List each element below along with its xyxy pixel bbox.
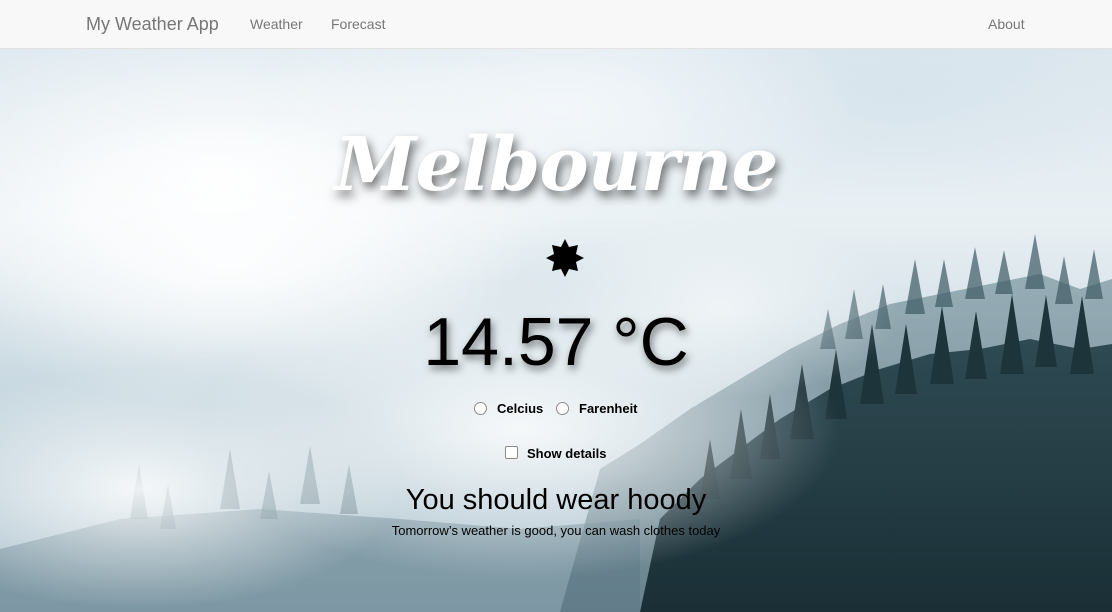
nav-weather-link[interactable]: Weather [250, 16, 303, 33]
show-details-label: Show details [527, 446, 607, 461]
top-navbar: My Weather App Weather Forecast About [0, 0, 1112, 49]
city-name: Melbourne [334, 122, 779, 208]
tomorrow-note: Tomorrow’s weather is good, you can wash… [391, 523, 721, 538]
celsius-label: Celcius [497, 401, 544, 416]
fahrenheit-label: Farenheit [579, 401, 638, 416]
unit-selector: Celcius Farenheit [474, 400, 654, 418]
temperature-value: 14.57 °C [423, 304, 689, 380]
background-image: Melbourne 14.57 °C Celcius Farenheit Sho… [0, 49, 1112, 612]
clothing-advice: You should wear hoody [405, 484, 707, 516]
brand-link[interactable]: My Weather App [86, 13, 219, 35]
show-details-checkbox[interactable] [505, 446, 518, 459]
nav-about-link[interactable]: About [988, 16, 1025, 33]
weather-condition-icon [546, 239, 584, 277]
celsius-radio[interactable] [474, 402, 487, 415]
fahrenheit-radio[interactable] [556, 402, 569, 415]
nav-forecast-link[interactable]: Forecast [331, 16, 385, 33]
